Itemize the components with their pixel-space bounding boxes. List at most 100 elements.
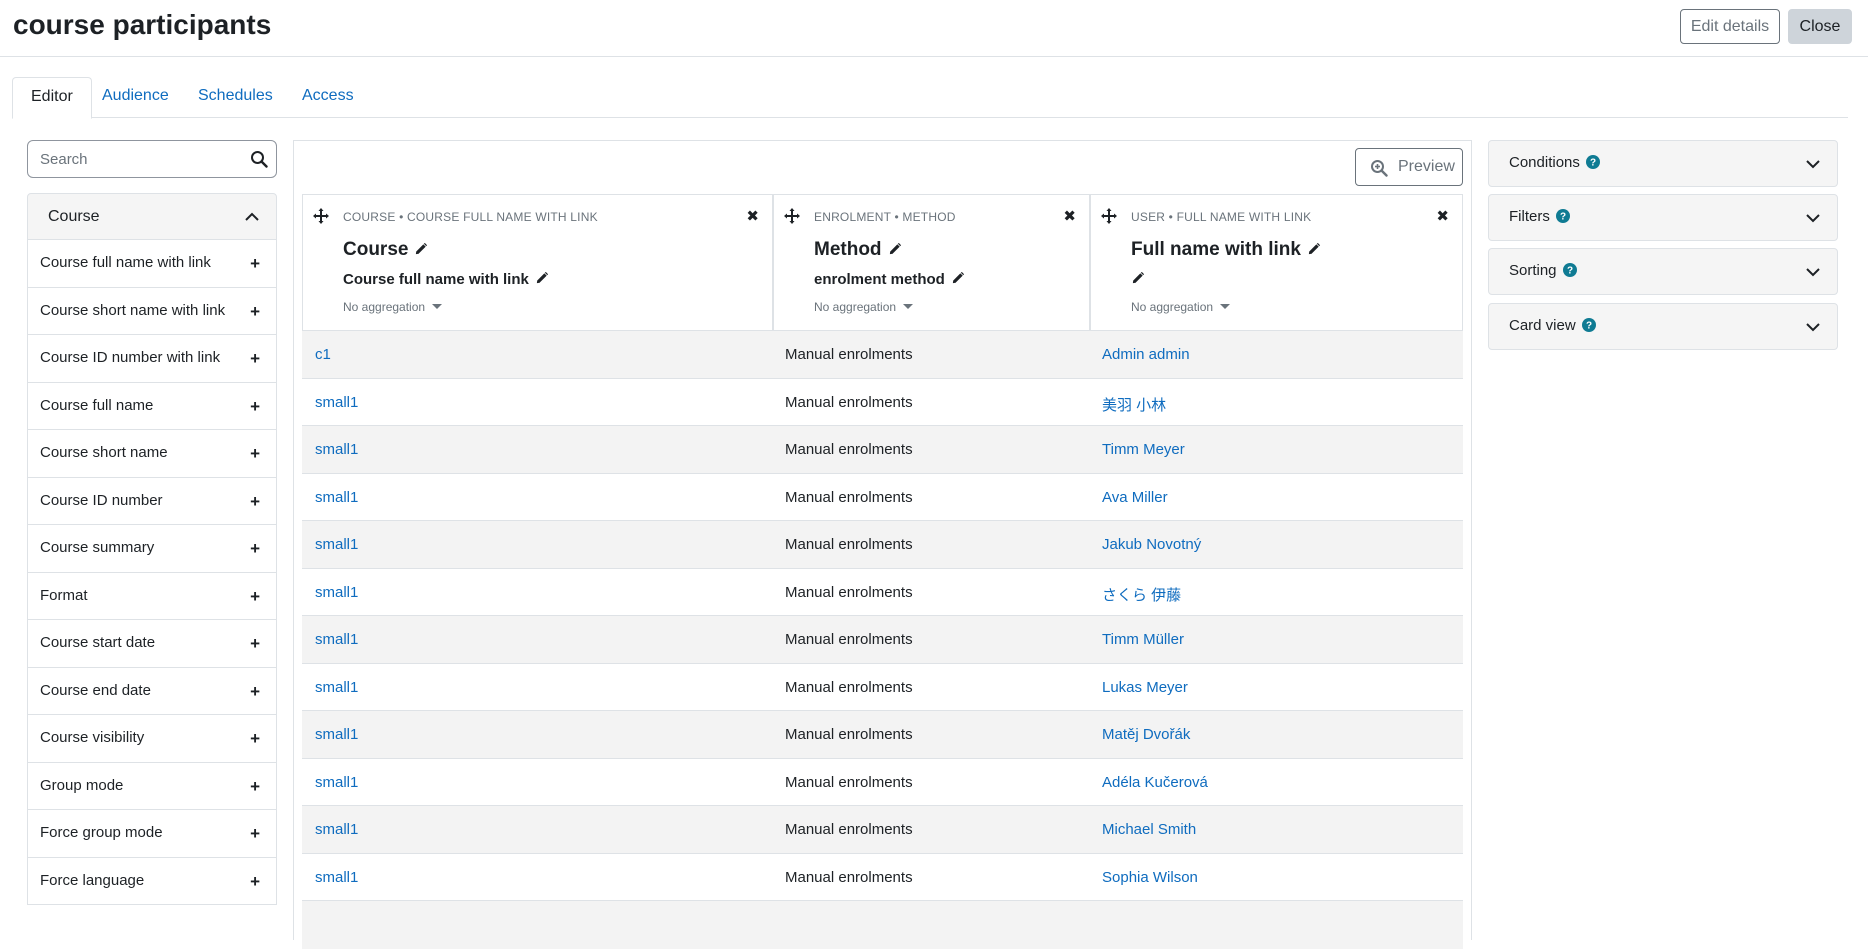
sidebar-item-label: Course end date (40, 681, 151, 699)
help-icon[interactable]: ? (1562, 263, 1577, 277)
column-heading[interactable]: Full name with link (1131, 239, 1322, 261)
remove-column-icon[interactable]: ✖ (1063, 207, 1076, 225)
course-link[interactable]: small1 (315, 489, 358, 506)
user-link[interactable]: Sophia Wilson (1102, 869, 1198, 886)
tab-access[interactable]: Access (284, 77, 372, 118)
user-link[interactable]: 美羽 小林 (1102, 394, 1166, 415)
filters-panel-toggle[interactable]: Filters? (1488, 194, 1838, 241)
move-icon[interactable] (784, 208, 800, 224)
help-icon[interactable]: ? (1585, 155, 1600, 169)
card-view-panel-toggle[interactable]: Card view? (1488, 303, 1838, 350)
course-link[interactable]: c1 (315, 346, 331, 363)
pencil-icon[interactable] (1131, 270, 1146, 285)
course-link[interactable]: small1 (315, 679, 358, 696)
caret-down-icon (1220, 304, 1231, 309)
plus-icon: + (250, 681, 260, 701)
column-heading-text: Course (343, 239, 409, 260)
pencil-icon[interactable] (535, 270, 550, 285)
help-icon[interactable]: ? (1581, 318, 1596, 332)
sidebar-item-course-short-name[interactable]: Course short name + (27, 430, 277, 478)
course-link[interactable]: small1 (315, 774, 358, 791)
category-item-list: Course full name with link + Course short… (27, 240, 277, 905)
remove-column-icon[interactable]: ✖ (746, 207, 759, 225)
user-link[interactable]: Lukas Meyer (1102, 679, 1188, 696)
course-link[interactable]: small1 (315, 869, 358, 886)
course-link[interactable]: small1 (315, 394, 358, 411)
column-heading-text: Method (814, 239, 882, 260)
aggregation-select[interactable]: No aggregation (343, 300, 443, 314)
tab-schedules[interactable]: Schedules (180, 77, 291, 118)
sidebar-item-group-mode[interactable]: Group mode + (27, 762, 277, 810)
sidebar-item-force-language[interactable]: Force language + (27, 857, 277, 905)
sidebar-item-course-end-date[interactable]: Course end date + (27, 667, 277, 715)
caret-down-icon (432, 304, 443, 309)
category-header-course[interactable]: Course (27, 193, 277, 240)
aggregation-select[interactable]: No aggregation (1131, 300, 1231, 314)
help-icon[interactable]: ? (1555, 209, 1570, 223)
move-icon[interactable] (1101, 208, 1117, 224)
user-link[interactable]: Timm Meyer (1102, 441, 1185, 458)
search-icon[interactable] (250, 150, 268, 168)
sidebar-item-course-start-date[interactable]: Course start date + (27, 620, 277, 668)
course-link[interactable]: small1 (315, 536, 358, 553)
aggregation-select[interactable]: No aggregation (814, 300, 914, 314)
search-input[interactable] (28, 141, 238, 177)
column-subheading[interactable] (1131, 270, 1146, 288)
user-link[interactable]: Ava Miller (1102, 489, 1168, 506)
sidebar-item-label: Course ID number with link (40, 349, 221, 366)
move-icon[interactable] (313, 208, 329, 224)
sidebar-item-course-visibility[interactable]: Course visibility + (27, 715, 277, 763)
sidebar-item-label: Course ID number (40, 491, 163, 509)
user-link[interactable]: さくら 伊藤 (1102, 584, 1181, 605)
sidebar-item-course-id-number-with-link[interactable]: Course ID number with link + (27, 335, 277, 383)
method-cell: Manual enrolments (785, 726, 913, 743)
user-link[interactable]: Jakub Novotný (1102, 536, 1201, 553)
user-link[interactable]: Michael Smith (1102, 821, 1196, 838)
pencil-icon[interactable] (1307, 241, 1322, 256)
sidebar-item-label: Course visibility (40, 729, 145, 746)
chevron-down-icon (1806, 160, 1820, 169)
filters-label: Filters (1509, 208, 1550, 225)
column-heading[interactable]: Course (343, 239, 429, 261)
remove-column-icon[interactable]: ✖ (1436, 207, 1449, 225)
sorting-panel-toggle[interactable]: Sorting? (1488, 248, 1838, 295)
course-link[interactable]: small1 (315, 821, 358, 838)
preview-button[interactable]: Preview (1355, 148, 1463, 186)
pencil-icon[interactable] (414, 241, 429, 256)
sidebar-item-course-summary[interactable]: Course summary + (27, 525, 277, 573)
course-link[interactable]: small1 (315, 584, 358, 601)
sidebar-item-format[interactable]: Format + (27, 572, 277, 620)
user-link[interactable]: Adéla Kučerová (1102, 774, 1208, 791)
course-link[interactable]: small1 (315, 441, 358, 458)
plus-icon: + (250, 871, 260, 891)
sidebar-item-course-full-name[interactable]: Course full name + (27, 382, 277, 430)
svg-text:?: ? (1586, 321, 1592, 332)
sidebar-item-course-full-name-with-link[interactable]: Course full name with link + (27, 240, 277, 288)
tab-audience[interactable]: Audience (84, 77, 187, 118)
tab-editor[interactable]: Editor (12, 77, 92, 119)
pencil-icon[interactable] (888, 241, 903, 256)
table-row: small1 Manual enrolments Timm Meyer (302, 426, 1463, 474)
edit-details-button[interactable]: Edit details (1680, 9, 1780, 44)
preview-label: Preview (1398, 158, 1455, 175)
user-link[interactable]: Admin admin (1102, 346, 1190, 363)
column-header-full-name: USER • FULL NAME WITH LINK ✖ Full name w… (1090, 194, 1463, 331)
conditions-panel-toggle[interactable]: Conditions? (1488, 140, 1838, 187)
method-cell: Manual enrolments (785, 631, 913, 648)
user-link[interactable]: Timm Müller (1102, 631, 1184, 648)
pencil-icon[interactable] (951, 270, 966, 285)
sidebar-item-force-group-mode[interactable]: Force group mode + (27, 810, 277, 858)
user-link[interactable]: Matěj Dvořák (1102, 726, 1190, 743)
course-link[interactable]: small1 (315, 631, 358, 648)
sidebar-item-label: Course short name (40, 444, 168, 461)
course-link[interactable]: small1 (315, 726, 358, 743)
sidebar-item-course-short-name-with-link[interactable]: Course short name with link + (27, 287, 277, 335)
column-subheading[interactable]: Course full name with link (343, 270, 550, 288)
column-subheading[interactable]: enrolment method (814, 270, 966, 288)
sidebar-item-course-id-number[interactable]: Course ID number + (27, 477, 277, 525)
close-button[interactable]: Close (1788, 9, 1852, 44)
column-heading[interactable]: Method (814, 239, 903, 261)
plus-icon: + (250, 586, 260, 606)
conditions-label: Conditions (1509, 154, 1580, 171)
chevron-down-icon (1806, 268, 1820, 277)
